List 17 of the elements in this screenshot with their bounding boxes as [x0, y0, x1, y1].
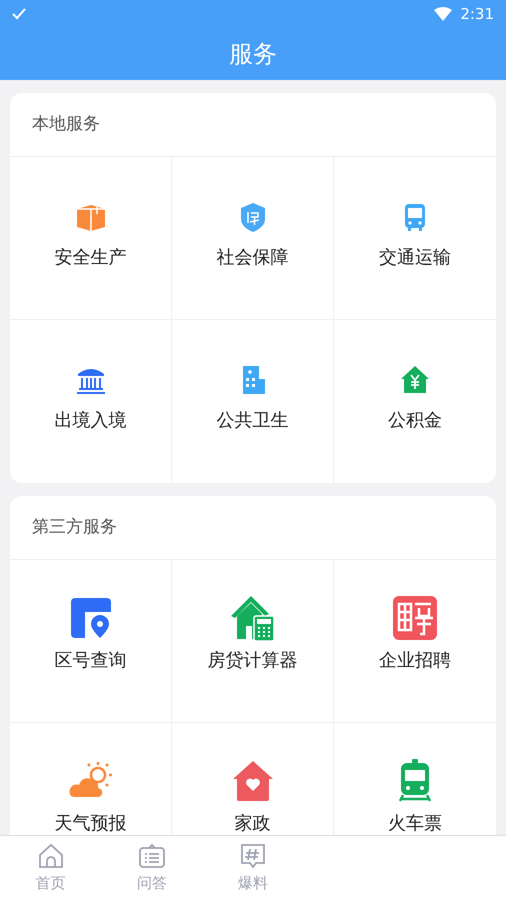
service-tile[interactable]: 公共卫生 — [172, 320, 334, 483]
status-time: 2:31 — [460, 4, 494, 25]
service-tile[interactable]: 安全生产 — [10, 157, 172, 320]
service-tile[interactable]: 公积金 — [334, 320, 496, 483]
section-title: 第三方服务 — [32, 516, 117, 539]
service-tile[interactable]: 社会保障 — [172, 157, 334, 320]
service-tile[interactable]: 房贷计算器 — [172, 560, 334, 723]
check-icon — [12, 8, 26, 20]
wifi-icon — [434, 7, 452, 21]
page-title: 服务 — [229, 39, 277, 70]
hiring-badge-icon — [391, 594, 439, 642]
house-calculator-icon — [228, 594, 276, 642]
section-title: 本地服务 — [32, 112, 100, 136]
service-tile[interactable]: 交通运输 — [334, 157, 496, 320]
service-tile[interactable]: 区号查询 — [10, 560, 172, 723]
service-tile[interactable]: 出境入境 — [10, 320, 172, 483]
service-tile[interactable]: 企业招聘 — [334, 560, 496, 723]
